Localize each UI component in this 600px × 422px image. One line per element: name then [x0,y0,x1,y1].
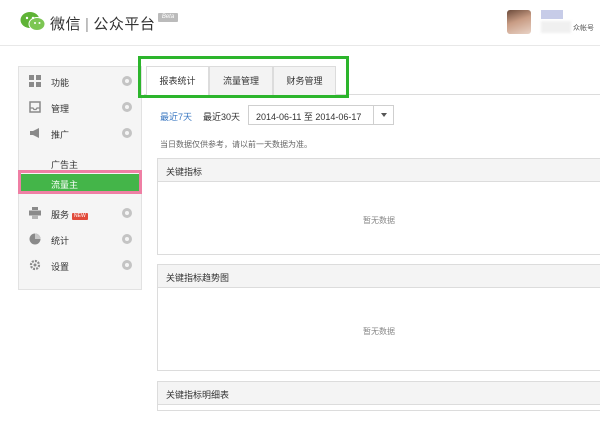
gear-icon [29,259,41,271]
empty-state-text: 暂无数据 [363,216,395,225]
sidebar-item-settings[interactable]: 设置 [19,254,141,278]
top-header: 微信 | 公众平台 Beta 众帐号 [0,0,600,46]
pie-chart-icon [29,233,41,245]
account-type-label: 众帐号 [573,25,594,32]
sidebar-item-label: 推广 [51,130,70,140]
sidebar-item-label: 功能 [51,78,70,88]
panel-title: 关键指标 [166,167,203,177]
sidebar-item-label: 服务 NEW [51,208,88,221]
platform-title: 微信 | 公众平台 [50,13,155,34]
chevron-down-icon [381,113,387,117]
account-name-redacted[interactable] [541,10,563,19]
megaphone-icon [30,128,39,138]
expand-toggle-icon[interactable] [122,208,132,218]
sidebar-item-statistics[interactable]: 统计 [19,228,141,252]
sidebar-item-label-text: 服务 [51,210,70,220]
avatar[interactable] [507,10,531,34]
empty-state-text: 暂无数据 [363,327,395,336]
expand-toggle-icon[interactable] [122,102,132,112]
date-range-picker[interactable]: 2014-06-11 至 2014-06-17 [248,105,394,125]
expand-toggle-icon[interactable] [122,260,132,270]
key-metrics-panel: 关键指标 暂无数据 [157,158,600,255]
key-metrics-detail-panel: 关键指标明细表 [157,381,600,411]
expand-toggle-icon[interactable] [122,76,132,86]
wechat-logo-icon[interactable] [20,11,46,33]
sidebar-item-service[interactable]: 服务 NEW [19,202,141,226]
recent-30-days-link[interactable]: 最近30天 [203,110,240,123]
panel-title: 关键指标明细表 [166,390,230,400]
sidebar-item-function[interactable]: 功能 [19,70,141,94]
sidebar-item-label: 管理 [51,104,70,114]
panel-header: 关键指标趋势图 [158,265,600,288]
data-notice: 当日数据仅供参考，请以前一天数据为准。 [160,140,312,149]
expand-toggle-icon[interactable] [122,234,132,244]
title-separator: | [85,16,90,33]
date-range-value: 2014-06-11 至 2014-06-17 [256,112,362,122]
grid-icon [29,75,41,87]
panel-header: 关键指标 [158,159,600,182]
panel-header: 关键指标明细表 [158,382,600,405]
inbox-icon [29,101,41,113]
sidebar-item-label: 设置 [51,262,70,272]
key-metrics-trend-panel: 关键指标趋势图 暂无数据 [157,264,600,371]
expand-toggle-icon[interactable] [122,128,132,138]
annotation-highlight-tabs [138,56,349,98]
sidebar-item-promote[interactable]: 推广 [19,122,141,146]
beta-badge: Beta [158,13,178,22]
panel-title: 关键指标趋势图 [166,273,230,283]
date-dropdown-button[interactable] [373,106,393,124]
recent-7-days-link[interactable]: 最近7天 [160,110,192,123]
printer-icon [29,207,41,219]
new-badge: NEW [72,213,88,220]
sidebar-item-manage[interactable]: 管理 [19,96,141,120]
annotation-highlight-traffic-owner [18,170,142,194]
sidebar-item-label: 统计 [51,236,70,246]
brand-name: 微信 [50,16,82,33]
account-detail-redacted [541,21,571,33]
platform-name: 公众平台 [93,16,156,33]
